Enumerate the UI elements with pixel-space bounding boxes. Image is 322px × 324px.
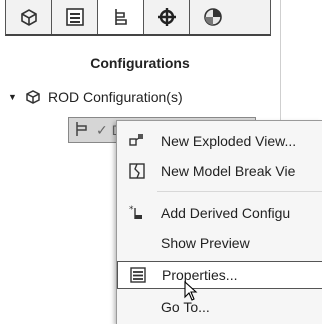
svg-text:*: * xyxy=(129,205,134,215)
derived-configuration-icon: * xyxy=(125,201,149,225)
configuration-icon xyxy=(74,121,92,140)
menu-item-properties[interactable]: Properties... xyxy=(117,261,322,289)
configuration-manager-tab[interactable] xyxy=(98,0,144,34)
configuration-manager-icon xyxy=(110,6,132,28)
properties-icon xyxy=(126,263,150,287)
caret-down-icon[interactable]: ▼ xyxy=(8,92,18,102)
model-break-view-icon xyxy=(125,159,149,183)
part-config-icon xyxy=(24,88,42,106)
dimxpert-manager-tab[interactable] xyxy=(144,0,190,34)
feature-tree-icon xyxy=(18,6,40,28)
exploded-view-icon xyxy=(125,129,149,153)
menu-item-go-to[interactable]: Go To... xyxy=(117,293,322,321)
menu-item-new-exploded-view[interactable]: New Exploded View... xyxy=(117,127,322,155)
menu-item-new-model-break-view[interactable]: New Model Break Vie xyxy=(117,157,322,185)
tree-root-rod[interactable]: ▼ ROD Configuration(s) xyxy=(8,86,183,108)
display-manager-tab[interactable] xyxy=(190,0,236,34)
property-manager-tab[interactable] xyxy=(52,0,98,34)
manager-tab-strip xyxy=(5,0,271,36)
dimxpert-icon xyxy=(156,6,178,28)
menu-item-add-derived-configuration[interactable]: * Add Derived Configu xyxy=(117,199,322,227)
checkmark-icon: ✓ xyxy=(96,121,108,138)
menu-icon-spacer xyxy=(125,295,149,319)
property-manager-icon xyxy=(64,6,86,28)
tree-root-label: ROD Configuration(s) xyxy=(48,89,183,105)
mouse-pointer-icon xyxy=(184,281,198,301)
feature-manager-tab[interactable] xyxy=(6,0,52,34)
menu-item-show-preview[interactable]: Show Preview xyxy=(117,229,322,257)
menu-separator xyxy=(157,191,322,192)
panel-title: Configurations xyxy=(90,55,190,71)
display-manager-icon xyxy=(202,6,224,28)
menu-icon-spacer xyxy=(125,231,149,255)
context-menu: New Exploded View... New Model Break Vie… xyxy=(116,120,322,324)
